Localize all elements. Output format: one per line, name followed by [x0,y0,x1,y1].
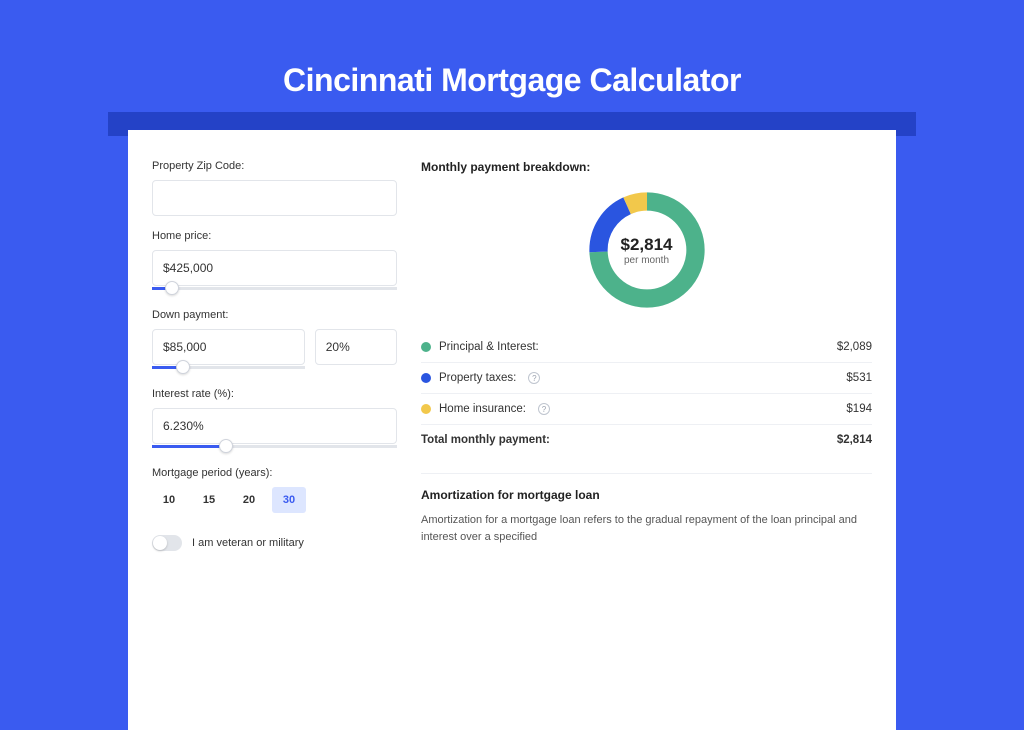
toggle-knob [153,536,167,550]
legend-row: Property taxes:? $531 [421,363,872,394]
calculator-card: Property Zip Code: Home price: Down paym… [128,130,896,730]
amortization-text: Amortization for a mortgage loan refers … [421,512,872,545]
period-option-30[interactable]: 30 [272,487,306,513]
donut-sub: per month [624,255,669,266]
home-price-input[interactable] [152,250,397,286]
period-label: Mortgage period (years): [152,467,397,479]
amortization-title: Amortization for mortgage loan [421,488,872,502]
legend-total-row: Total monthly payment: $2,814 [421,425,872,455]
down-payment-slider[interactable] [152,364,305,374]
legend-total-label: Total monthly payment: [421,434,550,446]
legend-dot [421,342,431,352]
input-panel: Property Zip Code: Home price: Down paym… [152,150,397,710]
breakdown-title: Monthly payment breakdown: [421,160,872,174]
donut-total: $2,814 [621,235,673,255]
rate-input[interactable] [152,408,397,444]
slider-thumb[interactable] [165,281,179,295]
legend-dot [421,373,431,383]
breakdown-legend: Principal & Interest: $2,089 Property taxe… [421,332,872,455]
legend-label: Principal & Interest: [439,341,539,353]
veteran-toggle[interactable] [152,535,182,551]
down-payment-input[interactable] [152,329,305,365]
veteran-label: I am veteran or military [192,537,304,549]
legend-value: $531 [846,372,872,384]
info-icon[interactable]: ? [538,403,550,415]
results-panel: Monthly payment breakdown: $2,814 per mo… [421,150,872,710]
period-selector: 10152030 [152,487,397,513]
home-price-label: Home price: [152,230,397,242]
zip-input[interactable] [152,180,397,216]
legend-label: Home insurance: [439,403,526,415]
period-option-10[interactable]: 10 [152,487,186,513]
rate-label: Interest rate (%): [152,388,397,400]
legend-row: Home insurance:? $194 [421,394,872,425]
legend-value: $194 [846,403,872,415]
rate-slider[interactable] [152,443,397,453]
down-payment-label: Down payment: [152,309,397,321]
slider-thumb[interactable] [219,439,233,453]
slider-thumb[interactable] [176,360,190,374]
amortization-section: Amortization for mortgage loan Amortizat… [421,473,872,545]
home-price-slider[interactable] [152,285,397,295]
period-option-15[interactable]: 15 [192,487,226,513]
legend-value: $2,089 [837,341,872,353]
zip-label: Property Zip Code: [152,160,397,172]
info-icon[interactable]: ? [528,372,540,384]
period-option-20[interactable]: 20 [232,487,266,513]
legend-total-value: $2,814 [837,434,872,446]
legend-label: Property taxes: [439,372,516,384]
legend-row: Principal & Interest: $2,089 [421,332,872,363]
breakdown-donut-chart: $2,814 per month [583,186,711,314]
down-payment-pct-input[interactable] [315,329,397,365]
legend-dot [421,404,431,414]
page-title: Cincinnati Mortgage Calculator [0,0,1024,127]
